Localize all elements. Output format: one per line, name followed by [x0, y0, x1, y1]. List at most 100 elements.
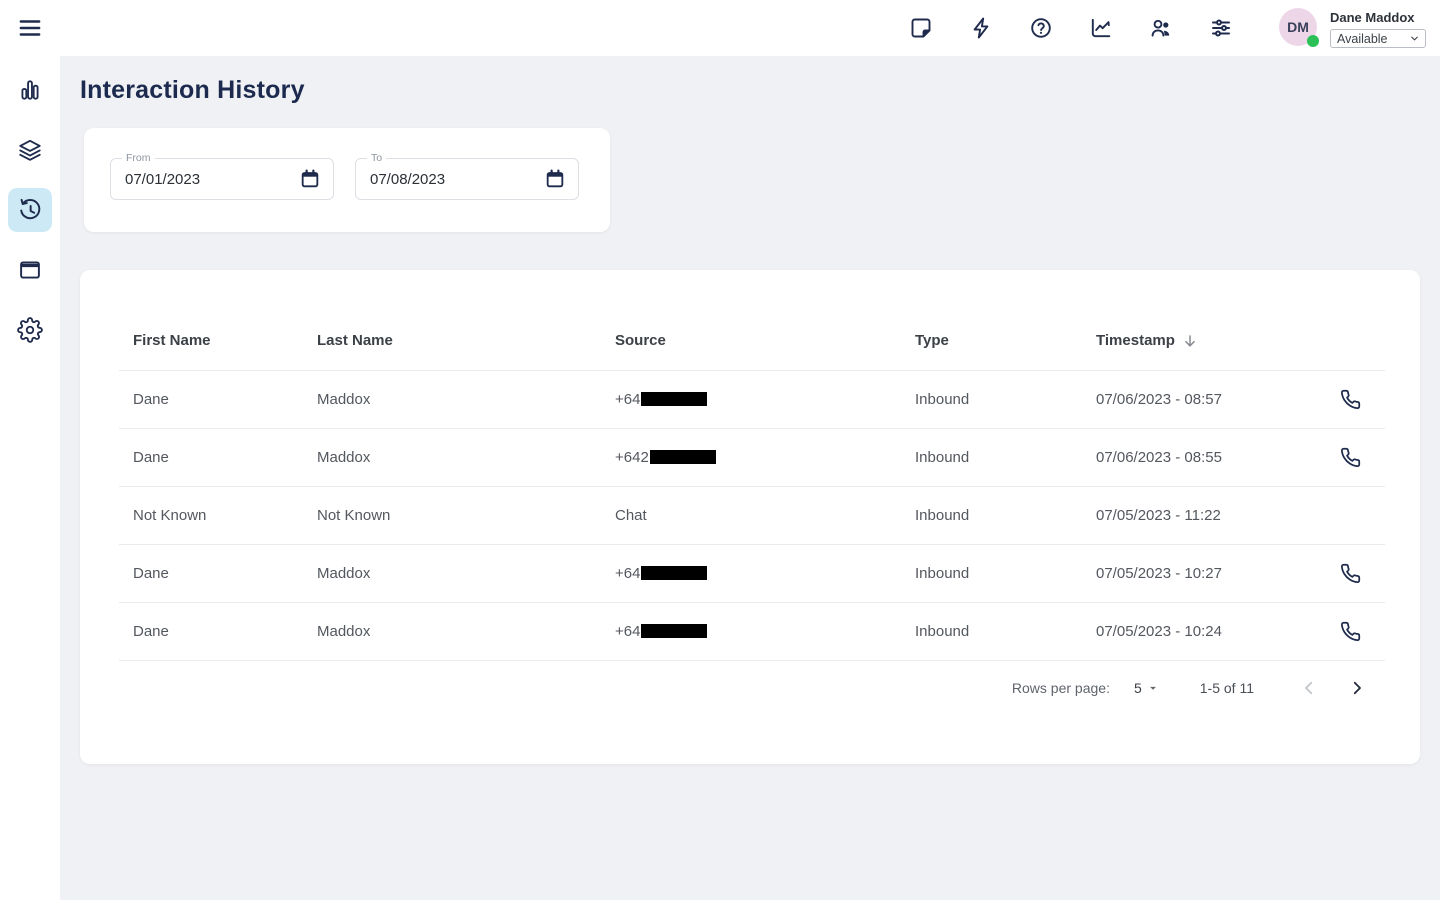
redaction-bar [641, 624, 707, 638]
analytics-icon[interactable] [1089, 16, 1113, 40]
status-dropdown[interactable]: Available [1330, 29, 1426, 48]
calendar-icon[interactable] [544, 168, 566, 190]
chevron-down-icon [1409, 33, 1420, 44]
sort-desc-icon [1182, 333, 1198, 349]
avatar[interactable]: DM [1279, 8, 1317, 46]
presence-dot [1307, 35, 1319, 47]
header-source[interactable]: Source [601, 312, 901, 370]
rows-per-page-label: Rows per page: [1012, 680, 1110, 696]
help-icon[interactable] [1029, 16, 1053, 40]
cell-action [1313, 428, 1385, 486]
caret-down-icon [1146, 681, 1160, 695]
rows-per-page-select[interactable]: 5 [1134, 680, 1160, 696]
table-row[interactable]: Dane Maddox +642 Inbound 07/06/2023 - 08… [119, 428, 1385, 486]
cell-timestamp: 07/06/2023 - 08:55 [1082, 428, 1313, 486]
header-first-name[interactable]: First Name [119, 312, 303, 370]
cell-action [1313, 486, 1385, 544]
table-header-row: First Name Last Name Source Type Timesta… [119, 312, 1385, 370]
history-icon [17, 197, 43, 223]
date-filter-card: From 07/01/2023 To 07/08/2023 [84, 128, 610, 232]
gear-icon [17, 317, 43, 343]
topbar-icon-group [909, 16, 1233, 40]
user-chip: DM Dane Maddox Available [1279, 8, 1426, 48]
sidebar-item-history[interactable] [8, 188, 52, 232]
phone-icon[interactable] [1340, 563, 1361, 584]
cell-first-name: Dane [119, 370, 303, 428]
previous-page-button[interactable] [1296, 675, 1322, 701]
header-last-name[interactable]: Last Name [303, 312, 601, 370]
avatar-initials: DM [1287, 19, 1309, 35]
cell-timestamp: 07/05/2023 - 11:22 [1082, 486, 1313, 544]
cell-last-name: Not Known [303, 486, 601, 544]
phone-icon[interactable] [1340, 621, 1361, 642]
from-date-value[interactable]: 07/01/2023 [111, 171, 299, 188]
chevron-left-icon [1300, 679, 1318, 697]
cell-type: Inbound [901, 486, 1082, 544]
main-content: Interaction History From 07/01/2023 To 0… [60, 56, 1440, 900]
page-title: Interaction History [80, 76, 1440, 105]
cell-type: Inbound [901, 370, 1082, 428]
cell-action [1313, 370, 1385, 428]
table-row[interactable]: Dane Maddox +64 Inbound 07/05/2023 - 10:… [119, 544, 1385, 602]
chevron-right-icon [1348, 679, 1366, 697]
pagination: Rows per page: 5 1-5 of 11 [80, 675, 1370, 701]
table-body: Dane Maddox +64 Inbound 07/06/2023 - 08:… [119, 370, 1385, 660]
from-date-label: From [122, 152, 155, 164]
cell-timestamp: 07/06/2023 - 08:57 [1082, 370, 1313, 428]
sidebar [0, 56, 60, 900]
cell-first-name: Dane [119, 602, 303, 660]
sidebar-item-dashboard[interactable] [8, 68, 52, 112]
cell-timestamp: 07/05/2023 - 10:27 [1082, 544, 1313, 602]
cell-source: +64 [601, 370, 901, 428]
cell-source: Chat [601, 486, 901, 544]
cell-source: +64 [601, 544, 901, 602]
cell-first-name: Not Known [119, 486, 303, 544]
to-date-field[interactable]: To 07/08/2023 [355, 158, 579, 200]
hamburger-menu-icon[interactable] [17, 15, 43, 41]
next-page-button[interactable] [1344, 675, 1370, 701]
pagination-range: 1-5 of 11 [1200, 680, 1254, 696]
layers-icon [17, 137, 43, 163]
phone-icon[interactable] [1340, 447, 1361, 468]
to-date-value[interactable]: 07/08/2023 [356, 171, 544, 188]
header-type[interactable]: Type [901, 312, 1082, 370]
cell-last-name: Maddox [303, 544, 601, 602]
header-timestamp[interactable]: Timestamp [1096, 332, 1198, 349]
from-date-field[interactable]: From 07/01/2023 [110, 158, 334, 200]
sidebar-item-settings[interactable] [8, 308, 52, 352]
status-value: Available [1337, 32, 1388, 46]
table-row[interactable]: Not Known Not Known Chat Inbound 07/05/2… [119, 486, 1385, 544]
topbar: DM Dane Maddox Available [0, 0, 1440, 56]
lightning-icon[interactable] [969, 16, 993, 40]
redaction-bar [650, 450, 716, 464]
window-icon [17, 257, 43, 283]
to-date-label: To [367, 152, 386, 164]
calendar-icon[interactable] [299, 168, 321, 190]
table-row[interactable]: Dane Maddox +64 Inbound 07/06/2023 - 08:… [119, 370, 1385, 428]
cell-first-name: Dane [119, 428, 303, 486]
cell-first-name: Dane [119, 544, 303, 602]
table-row[interactable]: Dane Maddox +64 Inbound 07/05/2023 - 10:… [119, 602, 1385, 660]
cell-timestamp: 07/05/2023 - 10:24 [1082, 602, 1313, 660]
note-icon[interactable] [909, 16, 933, 40]
phone-icon[interactable] [1340, 389, 1361, 410]
interactions-table: First Name Last Name Source Type Timesta… [119, 312, 1385, 661]
user-name: Dane Maddox [1330, 10, 1426, 25]
cell-last-name: Maddox [303, 428, 601, 486]
cell-last-name: Maddox [303, 602, 601, 660]
redaction-bar [641, 566, 707, 580]
cell-action [1313, 602, 1385, 660]
interactions-table-card: First Name Last Name Source Type Timesta… [80, 270, 1420, 764]
contacts-icon[interactable] [1149, 16, 1173, 40]
tune-icon[interactable] [1209, 16, 1233, 40]
cell-type: Inbound [901, 602, 1082, 660]
sidebar-item-queues[interactable] [8, 128, 52, 172]
cell-action [1313, 544, 1385, 602]
rows-per-page-value: 5 [1134, 680, 1142, 696]
bar-chart-icon [17, 77, 43, 103]
cell-type: Inbound [901, 428, 1082, 486]
cell-type: Inbound [901, 544, 1082, 602]
cell-last-name: Maddox [303, 370, 601, 428]
sidebar-item-workspace[interactable] [8, 248, 52, 292]
cell-source: +64 [601, 602, 901, 660]
